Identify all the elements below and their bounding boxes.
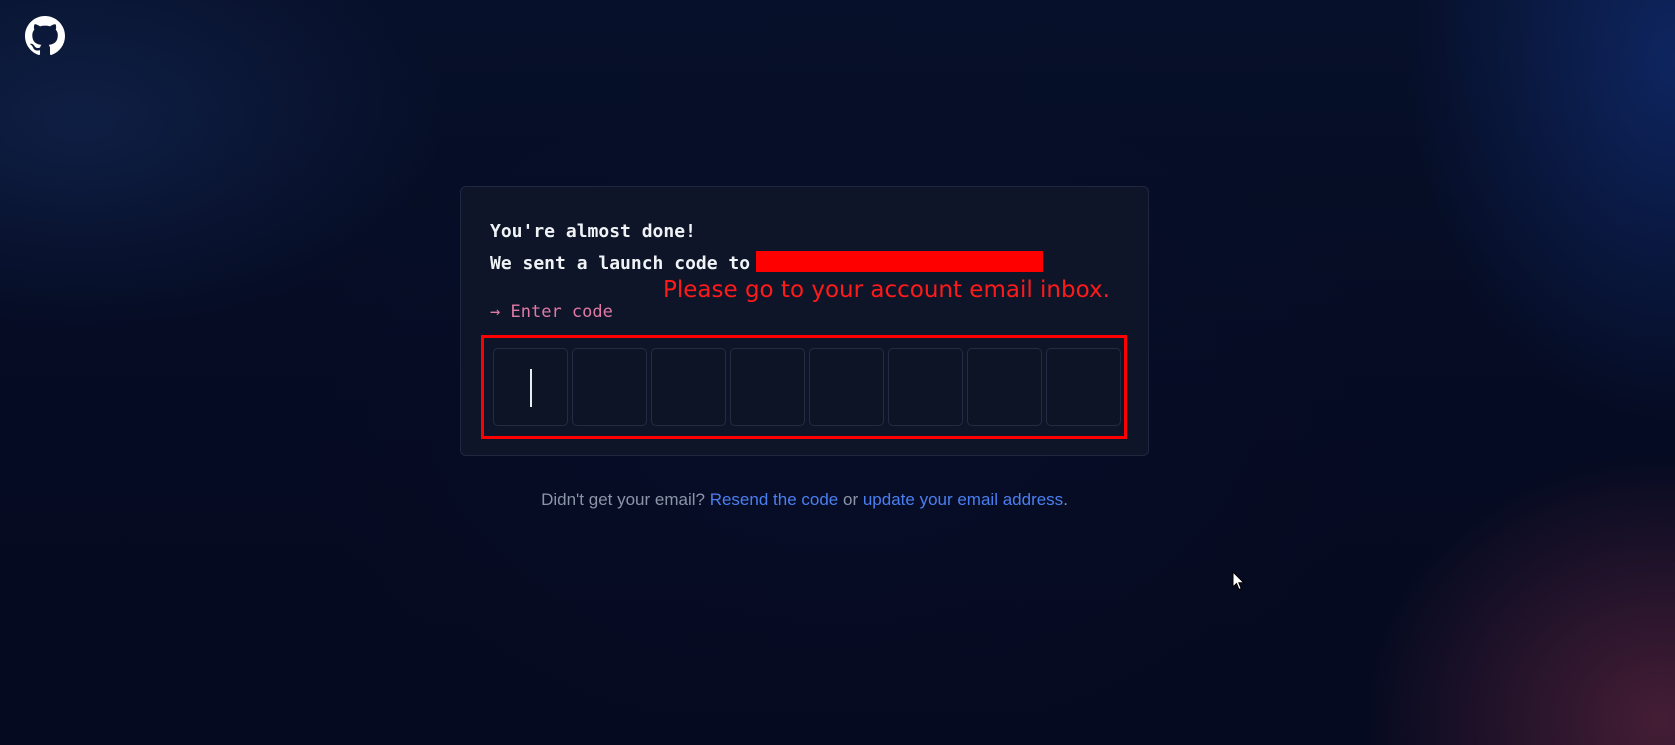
redacted-email xyxy=(756,251,1044,272)
code-digit-input-5[interactable] xyxy=(809,348,884,426)
enter-code-label: → Enter code xyxy=(490,302,613,322)
code-digit-input-6[interactable] xyxy=(888,348,963,426)
code-digit-input-8[interactable] xyxy=(1046,348,1121,426)
footer-or: or xyxy=(842,490,859,509)
code-digit-input-2[interactable] xyxy=(572,348,647,426)
update-email-link[interactable]: update your email address xyxy=(863,490,1063,509)
mouse-pointer-icon xyxy=(1232,570,1246,591)
footer-suffix: . xyxy=(1063,490,1068,509)
code-digit-input-3[interactable] xyxy=(651,348,726,426)
inbox-annotation: Please go to your account email inbox. xyxy=(663,277,1110,303)
resend-footer: Didn't get your email? Resend the code o… xyxy=(0,490,1609,510)
code-digit-input-7[interactable] xyxy=(967,348,1042,426)
verification-card: You're almost done! We sent a launch cod… xyxy=(460,186,1149,456)
code-entry-highlight xyxy=(481,335,1127,439)
enter-code-text: Enter code xyxy=(510,302,613,322)
almost-done-heading: You're almost done! xyxy=(490,221,696,242)
code-digit-input-4[interactable] xyxy=(730,348,805,426)
code-input-group xyxy=(493,348,1121,426)
arrow-right-icon: → xyxy=(490,302,501,322)
code-digit-input-1[interactable] xyxy=(493,348,568,426)
launch-code-text: We sent a launch code to xyxy=(490,253,751,274)
text-cursor xyxy=(530,369,532,407)
github-logo-icon[interactable] xyxy=(25,16,65,56)
footer-prefix: Didn't get your email? xyxy=(541,490,705,509)
resend-code-link[interactable]: Resend the code xyxy=(710,490,839,509)
launch-code-message: We sent a launch code to xyxy=(490,251,1044,274)
